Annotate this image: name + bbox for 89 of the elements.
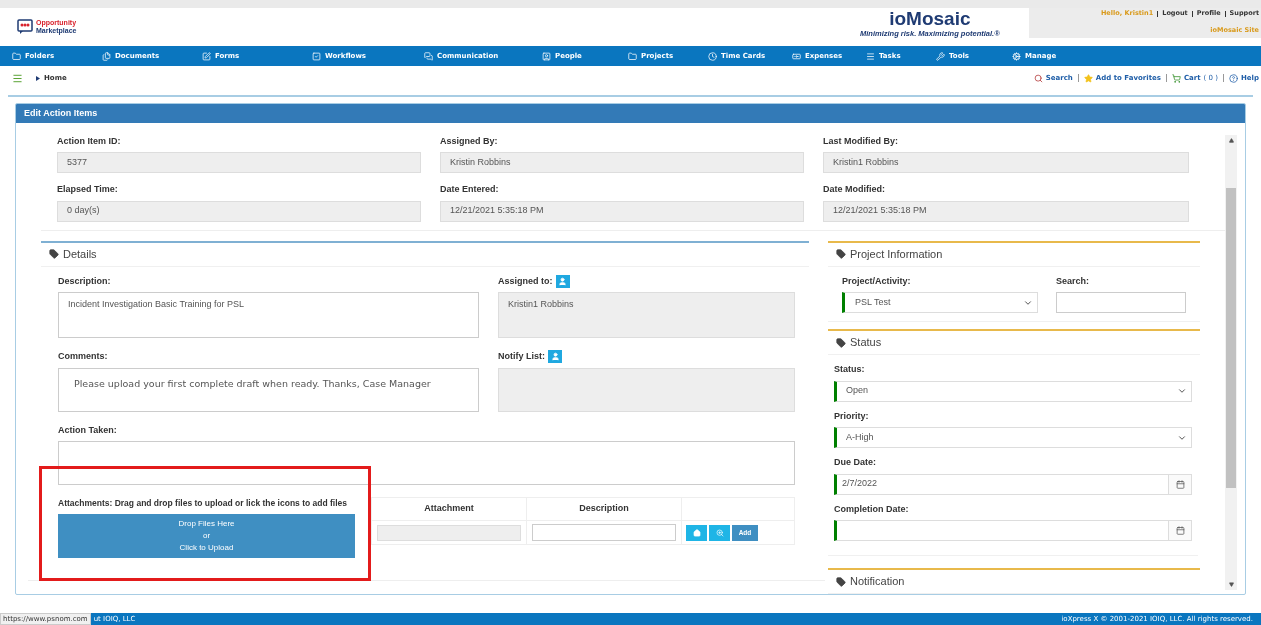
star-icon (1083, 73, 1093, 83)
select-field[interactable]: A-High (834, 427, 1192, 448)
notify-list-field[interactable] (498, 367, 795, 412)
tag-icon (836, 337, 846, 348)
menu-icon[interactable] (12, 72, 23, 84)
search-icon (715, 528, 724, 537)
documents-icon (102, 51, 111, 61)
search-icon (1033, 73, 1043, 83)
wrench-icon (936, 51, 945, 61)
folder-icon (628, 51, 637, 61)
readonly-field[interactable]: Kristin Robbins (440, 152, 804, 173)
field-label: Last Modified By: (823, 134, 898, 148)
field-value: 2/7/2022 (842, 477, 878, 491)
section-title: Details (63, 246, 97, 262)
search-button[interactable] (709, 524, 730, 541)
action-taken-field[interactable] (58, 441, 795, 485)
upload-dropzone[interactable]: Drop Files Here or Click to Upload (58, 513, 355, 558)
user-button[interactable] (548, 350, 562, 364)
help-icon (1228, 73, 1238, 83)
money-icon (792, 51, 801, 61)
tag-icon (836, 249, 846, 259)
field-label: Action Item ID: (57, 134, 121, 148)
select-field[interactable]: Open (834, 380, 1192, 402)
calendar-icon (1175, 526, 1185, 535)
user-icon (550, 352, 560, 362)
project-select[interactable]: PSL Test (842, 292, 1038, 313)
home-icon (692, 528, 701, 537)
field-label: Notify List: (498, 350, 545, 363)
field-label: Date Entered: (440, 183, 499, 196)
calendar-button[interactable] (1169, 473, 1192, 495)
clock-icon (708, 51, 717, 61)
brand-logo: ioMosaic (889, 9, 971, 29)
chevron-icon (1177, 386, 1187, 396)
field-label: Project/Activity: (842, 274, 911, 288)
field-value: PSL Test (855, 295, 891, 309)
field-label: Completion Date: (834, 502, 909, 516)
description-input[interactable] (532, 524, 676, 541)
user-icon (558, 276, 567, 286)
field-label: Action Taken: (58, 423, 117, 437)
search-field[interactable] (1056, 292, 1186, 313)
field-label: Status: (834, 363, 865, 376)
field-value: A-High (846, 430, 874, 444)
attachments-label: Attachments: Drag and drop files to upload or lick the icons to add files (58, 497, 348, 510)
contact-icon (542, 51, 551, 61)
section-title: Notification (850, 574, 905, 590)
list-icon (866, 51, 875, 61)
readonly-field[interactable]: 12/21/2021 5:35:18 PM (440, 200, 804, 222)
chat-icon (424, 51, 433, 61)
assignee-field[interactable]: Kristin1 Robbins (498, 292, 795, 338)
triangle-icon (36, 75, 40, 81)
gears-icon (1012, 51, 1021, 61)
scroll-down-icon[interactable] (1228, 582, 1234, 587)
readonly-field[interactable]: 5377 (57, 152, 421, 173)
field-label: Search: (1056, 274, 1090, 288)
panel-title: Edit Action Items (24, 106, 98, 120)
field-label: Comments: (58, 350, 108, 363)
logo-icon (17, 19, 33, 35)
description-field[interactable]: Incident Investigation Basic Training for PSL (58, 292, 479, 338)
readonly-field[interactable]: 0 day(s) (57, 200, 421, 222)
field-label: Priority: (834, 409, 869, 423)
field-label: Elapsed Time: (57, 183, 118, 196)
comments-field[interactable]: Please upload your first complete draft when ready. Thanks, Case Manager (58, 367, 479, 412)
edit-icon (202, 51, 211, 61)
attachment-field[interactable] (377, 524, 521, 541)
cart-icon (1171, 73, 1181, 83)
scroll-up-icon[interactable] (1228, 137, 1234, 143)
tag-icon (836, 576, 846, 587)
field-value: Open (846, 384, 869, 398)
date-field[interactable] (834, 520, 1169, 541)
calendar-icon (1175, 479, 1185, 489)
section-title: Project Information (850, 246, 943, 262)
folder-icon (12, 51, 21, 61)
calendar-button[interactable] (1169, 520, 1192, 541)
tag-icon (49, 249, 59, 259)
column-header: Description (527, 498, 682, 520)
field-label: Due Date: (834, 456, 876, 469)
field-label: Assigned to: (498, 274, 553, 288)
readonly-field[interactable]: 12/21/2021 5:35:18 PM (823, 200, 1189, 222)
home-button[interactable] (686, 524, 707, 541)
date-field[interactable]: 2/7/2022 (834, 473, 1169, 495)
readonly-field[interactable]: Kristin1 Robbins (823, 152, 1189, 173)
scrollbar[interactable] (1225, 134, 1237, 590)
column-header: Attachment (372, 498, 527, 520)
checkbox-icon (312, 51, 321, 61)
section-title: Status (850, 335, 882, 351)
field-label: Date Modified: (823, 183, 885, 196)
field-label: Assigned By: (440, 134, 498, 148)
field-label: Description: (58, 274, 111, 288)
user-button[interactable] (555, 274, 570, 288)
